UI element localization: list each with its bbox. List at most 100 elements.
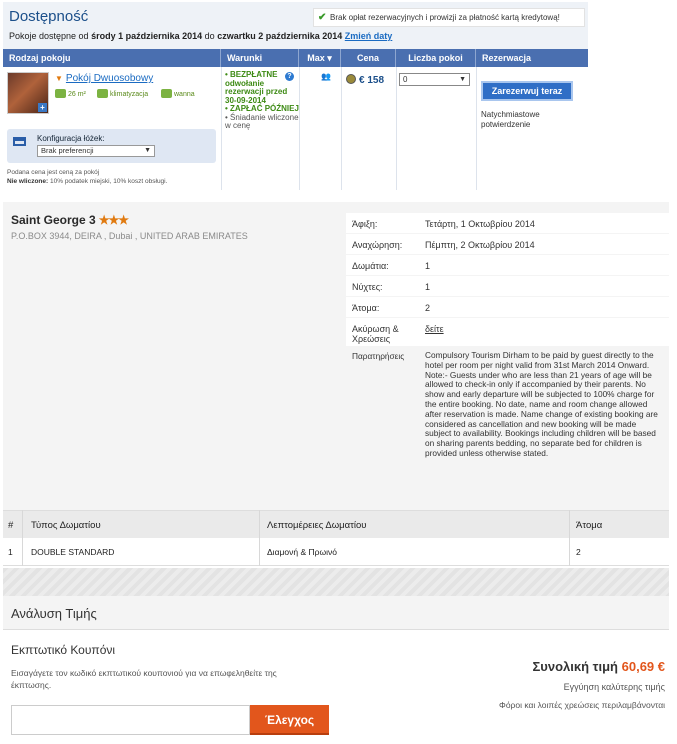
checkmark-icon: ✔ xyxy=(318,12,327,23)
availability-table-header: Rodzaj pokoju Warunki Max ▾ Cena Liczba … xyxy=(3,49,588,67)
info-label: Δωμάτια: xyxy=(352,261,389,271)
help-icon[interactable]: ? xyxy=(285,72,294,81)
room-price-text: € 158 xyxy=(359,75,385,86)
col-price: Cena xyxy=(341,49,396,67)
header-persons: Άτομα xyxy=(576,520,603,531)
bed-config-select[interactable]: Brak preferencji ▼ xyxy=(37,145,155,157)
availability-dates: Pokoje dostępne od środy 1 października … xyxy=(9,31,392,41)
info-value: δείτε xyxy=(425,324,444,334)
info-label: Νύχτες: xyxy=(352,282,383,292)
availability-row: + ▼ Pokój Dwuosobowy 26 m² klimatyzacja w… xyxy=(3,67,588,190)
remarks-text: Compulsory Tourism Dirham to be paid by … xyxy=(425,350,658,458)
room-price: € 158 xyxy=(346,74,384,86)
cell-room-details: Διαμονή & Πρωινό xyxy=(267,547,337,557)
room-count-select[interactable]: 0 ▼ xyxy=(399,73,470,86)
total-price: Συνολική τιμή 60,69 € xyxy=(533,659,666,674)
date-from: środy 1 października 2014 xyxy=(91,31,203,41)
info-label: Αναχώρηση: xyxy=(352,240,403,250)
coupon-description: Εισαγάγετε τον κωδικό εκπτωτικού κουπονι… xyxy=(11,668,277,690)
info-value: Τετάρτη, 1 Οκτωβρίου 2014 xyxy=(425,219,535,229)
header-room-type: Τύπος Δωματίου xyxy=(31,520,101,531)
amenity-ac: klimatyzacja xyxy=(97,89,148,98)
price-note: Podana cena jest ceną za pokój Nie wlicz… xyxy=(7,168,167,186)
change-dates-link[interactable]: Zmień daty xyxy=(345,31,393,41)
best-price-guarantee: Εγγύηση καλύτερης τιμής xyxy=(563,682,665,692)
book-now-button[interactable]: Zarezerwuj teraz xyxy=(481,81,573,101)
check-coupon-button[interactable]: Έλεγχος xyxy=(250,705,329,735)
bed-config-label: Konfiguracja łóżek: xyxy=(37,134,105,143)
booking-summary: Saint George 3 ★★★ P.O.BOX 3944, DEIRA , … xyxy=(3,202,669,510)
availability-panel: Dostępność ✔ Brak opłat rezerwacyjnych i… xyxy=(3,2,588,190)
guests-icon: 👥 xyxy=(321,72,331,81)
header-room-details: Λεπτομέρειες Δωματίου xyxy=(267,520,367,531)
divider xyxy=(569,510,570,566)
col-max-sort[interactable]: Max ▾ xyxy=(299,49,341,67)
amenity-size: 26 m² xyxy=(55,89,86,98)
bed-config-value: Brak preferencji xyxy=(41,146,94,155)
price-note-bold: Nie wliczone: xyxy=(7,178,49,185)
info-value: 1 xyxy=(425,282,431,292)
info-value: 2 xyxy=(425,303,431,313)
coupon-code-input[interactable] xyxy=(11,705,250,735)
dates-prefix: Pokoje dostępne od xyxy=(9,31,89,41)
amenity-ac-text: klimatyzacja xyxy=(110,91,149,98)
hotel-address: P.O.BOX 3944, DEIRA , Dubai , UNITED ARA… xyxy=(11,231,248,241)
bed-icon xyxy=(13,137,26,146)
divider xyxy=(259,510,260,566)
room-size-icon xyxy=(55,89,66,98)
total-price-label: Συνολική τιμή xyxy=(532,659,619,674)
availability-header: Dostępność ✔ Brak opłat rezerwacyjnych i… xyxy=(3,2,588,49)
cancellation-see-link[interactable]: δείτε xyxy=(425,324,444,334)
amenity-bath: wanna xyxy=(161,89,195,98)
room-name-link[interactable]: ▼ Pokój Dwuosobowy xyxy=(55,73,153,84)
divider xyxy=(341,67,342,190)
chevron-down-icon: ▼ xyxy=(459,76,466,83)
instant-confirmation: Natychmiastowe potwierdzenie xyxy=(481,110,540,129)
info-label: Άφιξη: xyxy=(352,219,378,229)
divider xyxy=(22,510,23,566)
snowflake-icon xyxy=(97,89,108,98)
enlarge-icon[interactable]: + xyxy=(38,103,47,112)
divider xyxy=(476,67,477,190)
striped-divider xyxy=(3,568,669,596)
info-value: Πέμπτη, 2 Οκτωβρίου 2014 xyxy=(425,240,535,250)
bed-config-box: Konfiguracja łóżek: Brak preferencji ▼ xyxy=(7,129,216,163)
chevron-down-icon: ▼ xyxy=(144,147,151,154)
hotel-name: Saint George 3 ★★★ xyxy=(11,213,129,227)
price-analysis-header: Ανάλυση Τιμής xyxy=(3,596,669,630)
divider xyxy=(221,67,222,190)
expand-triangle-icon[interactable]: ▼ xyxy=(55,74,63,83)
term-free-cancel-text: BEZPŁATNE odwołanie rezerwacji przed 30-… xyxy=(225,70,288,105)
no-fees-text: Brak opłat rezerwacyjnych i prowizji za … xyxy=(330,13,560,22)
term-breakfast-text: Śniadanie wliczone w cenę xyxy=(225,112,299,130)
cell-room-type: DOUBLE STANDARD xyxy=(31,547,115,557)
currency-icon xyxy=(346,74,356,84)
coupon-title: Εκπτωτικό Κουπόνι xyxy=(11,643,116,657)
date-to: czwartku 2 października 2014 xyxy=(217,31,343,41)
info-rooms: Δωμάτια: 1 xyxy=(346,255,669,275)
no-fees-notice: ✔ Brak opłat rezerwacyjnych i prowizji z… xyxy=(313,8,585,27)
room-photo[interactable]: + xyxy=(7,72,49,114)
info-departure: Αναχώρηση: Πέμπτη, 2 Οκτωβρίου 2014 xyxy=(346,234,669,254)
rooms-table: # Τύπος Δωματίου Λεπτομέρειες Δωματίου Ά… xyxy=(3,510,669,568)
remarks-label: Παρατηρήσεις xyxy=(352,351,405,361)
price-note-line2: 10% podatek miejski, 10% koszt obsługi. xyxy=(50,178,168,185)
info-persons: Άτομα: 2 xyxy=(346,297,669,317)
cell-persons: 2 xyxy=(576,547,581,557)
price-note-line1: Podana cena jest ceną za pokój xyxy=(7,169,100,176)
amenity-size-text: 26 m² xyxy=(68,91,86,98)
room-name-text[interactable]: Pokój Dwuosobowy xyxy=(66,73,153,84)
info-nights: Νύχτες: 1 xyxy=(346,276,669,296)
star-rating: ★★★ xyxy=(98,213,129,227)
hotel-name-text: Saint George 3 xyxy=(11,213,96,227)
info-label: Ακύρωση & Χρεώσεις xyxy=(352,324,399,344)
taxes-included-note: Φόροι και λοιπές χρεώσεις περιλαμβάνοντα… xyxy=(499,700,665,710)
amenity-bath-text: wanna xyxy=(174,91,195,98)
room-count-value: 0 xyxy=(403,75,408,84)
divider xyxy=(396,67,397,190)
info-value: 1 xyxy=(425,261,431,271)
availability-title: Dostępność xyxy=(9,8,89,25)
price-analysis-title: Ανάλυση Τιμής xyxy=(11,606,97,621)
term-breakfast: • Śniadanie wliczone w cenę xyxy=(225,112,299,130)
dates-mid: do xyxy=(204,31,215,41)
